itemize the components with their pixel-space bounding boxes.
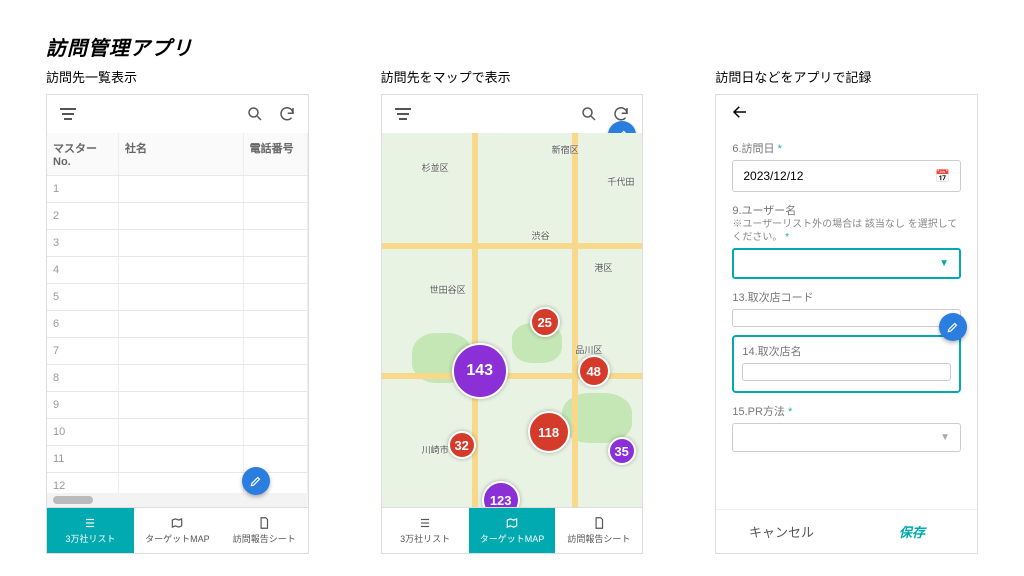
table-row[interactable]: 11 [47, 446, 308, 473]
map-cluster[interactable]: 32 [448, 431, 476, 459]
col-tel: 電話番号 [244, 133, 308, 175]
table-header: マスターNo. 社名 電話番号 [47, 133, 308, 176]
h-scrollbar[interactable] [47, 493, 308, 507]
field9-note: ※ユーザーリスト外の場合は 該当なし を選択してください。 * [732, 218, 961, 244]
place-label: 世田谷区 [430, 283, 466, 296]
tab-map[interactable]: ターゲットMAP [134, 508, 221, 553]
table-row[interactable]: 9 [47, 392, 308, 419]
field9-label: 9.ユーザー名 [732, 202, 961, 218]
chevron-down-icon: ▼ [939, 258, 949, 269]
map-cluster[interactable]: 48 [578, 355, 610, 387]
place-label: 港区 [594, 261, 612, 274]
map-cluster[interactable]: 35 [608, 437, 636, 465]
tab-list[interactable]: 3万社リスト [47, 508, 134, 553]
save-button[interactable]: 保存 [847, 510, 977, 553]
map-cluster[interactable]: 123 [482, 481, 520, 507]
table-row[interactable]: 4 [47, 257, 308, 284]
chevron-down-icon: ▼ [940, 432, 950, 443]
calendar-icon: 📅 [935, 169, 950, 183]
tab-report[interactable]: 訪問報告シート [555, 508, 642, 553]
menu-icon[interactable] [394, 105, 412, 123]
map-cluster[interactable]: 143 [452, 343, 508, 399]
table-row[interactable]: 6 [47, 311, 308, 338]
table-row[interactable]: 5 [47, 284, 308, 311]
table-row[interactable]: 1 [47, 176, 308, 203]
table-row[interactable]: 3 [47, 230, 308, 257]
agent-code-field[interactable] [732, 309, 961, 327]
map-canvas[interactable]: 杉並区 新宿区 千代田 渋谷 世田谷区 品川区 川崎市 港区 25 143 48… [382, 133, 643, 507]
place-label: 新宿区 [552, 143, 579, 156]
place-label: 川崎市 [422, 443, 449, 456]
caption-form: 訪問日などをアプリで記録 [715, 67, 978, 86]
date-field[interactable]: 2023/12/12📅 [732, 160, 961, 192]
tab-report[interactable]: 訪問報告シート [221, 508, 308, 553]
phone-form: 6.訪問日 * 2023/12/12📅 9.ユーザー名 ※ユーザーリスト外の場合… [715, 94, 978, 554]
col-no: マスターNo. [47, 133, 119, 175]
edit-fab[interactable] [939, 313, 967, 341]
field6-label: 6.訪問日 * [732, 140, 961, 156]
cancel-button[interactable]: キャンセル [716, 510, 846, 553]
bottom-tabs: 3万社リスト ターゲットMAP 訪問報告シート [47, 507, 308, 553]
caption-list: 訪問先一覧表示 [46, 67, 309, 86]
page-title: 訪問管理アプリ [0, 0, 1024, 67]
table-row[interactable]: 10 [47, 419, 308, 446]
form-actions: キャンセル 保存 [716, 509, 977, 553]
tab-map[interactable]: ターゲットMAP [469, 508, 556, 553]
field14-group: 14.取次店名 [732, 335, 961, 393]
place-label: 千代田 [607, 175, 634, 188]
search-icon[interactable] [580, 105, 598, 123]
field13-label: 13.取次店コード [732, 289, 961, 305]
map-cluster[interactable]: 118 [528, 411, 570, 453]
agent-name-field[interactable] [742, 363, 951, 381]
search-icon[interactable] [246, 105, 264, 123]
field14-label: 14.取次店名 [742, 343, 951, 359]
place-label: 品川区 [575, 343, 602, 356]
table-body: 1 2 3 4 5 6 7 8 9 10 11 12 [47, 176, 308, 493]
bottom-tabs: 3万社リスト ターゲットMAP 訪問報告シート [382, 507, 643, 553]
table-row[interactable]: 8 [47, 365, 308, 392]
field15-label: 15.PR方法 * [732, 403, 961, 419]
user-select[interactable]: ▼ [732, 248, 961, 279]
pr-select[interactable]: ▼ [732, 423, 961, 452]
phone-list: マスターNo. 社名 電話番号 1 2 3 4 5 6 7 8 9 10 11 … [46, 94, 309, 554]
table-row[interactable]: 7 [47, 338, 308, 365]
tab-list[interactable]: 3万社リスト [382, 508, 469, 553]
phone-map: 杉並区 新宿区 千代田 渋谷 世田谷区 品川区 川崎市 港区 25 143 48… [381, 94, 644, 554]
place-label: 渋谷 [532, 229, 550, 242]
back-button[interactable] [716, 95, 977, 130]
edit-fab[interactable] [242, 467, 270, 495]
menu-icon[interactable] [59, 105, 77, 123]
caption-map: 訪問先をマップで表示 [381, 67, 644, 86]
table-row[interactable]: 2 [47, 203, 308, 230]
place-label: 杉並区 [422, 161, 449, 174]
refresh-icon[interactable] [278, 105, 296, 123]
map-cluster[interactable]: 25 [530, 307, 560, 337]
col-name: 社名 [119, 133, 244, 175]
